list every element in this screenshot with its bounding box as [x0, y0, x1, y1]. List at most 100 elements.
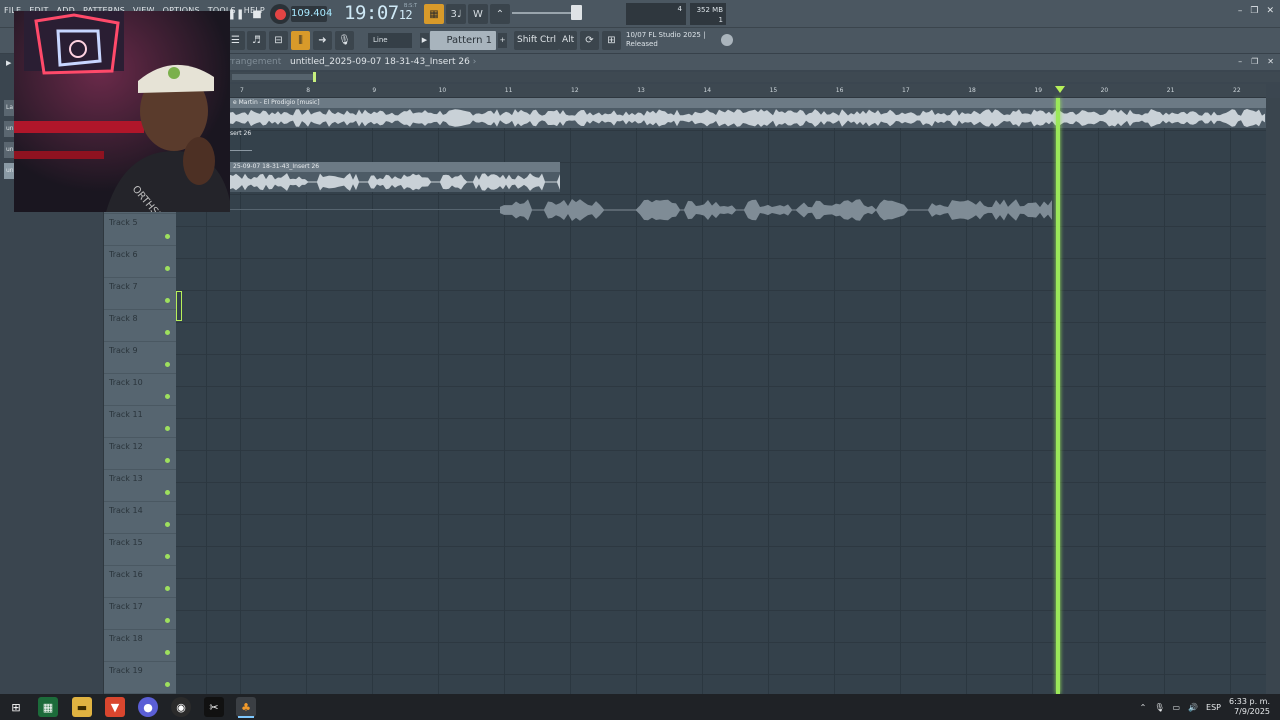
audio-clip-music-label[interactable]: e Martin - El Prodigio [music]	[230, 98, 1266, 108]
breadcrumb[interactable]: untitled_2025-09-07 18-31-43_Insert 26 ›	[290, 57, 476, 67]
microphone-icon[interactable]: 🎙	[1154, 703, 1164, 712]
track-mute-led[interactable]	[165, 650, 170, 655]
track-mute-led[interactable]	[165, 554, 170, 559]
windows-taskbar	[0, 694, 1280, 720]
track-header[interactable]: Track 16	[104, 566, 176, 598]
piano-roll-button[interactable]: ♬	[247, 31, 266, 50]
track-header[interactable]: Track 9	[104, 342, 176, 374]
plugin-picker-button[interactable]: ➜	[313, 31, 332, 50]
track-mute-led[interactable]	[165, 298, 170, 303]
horizontal-scrollbar[interactable]	[230, 72, 1280, 82]
recording-button[interactable]: 🎙	[335, 31, 354, 50]
ruler-bar-label: 10	[438, 87, 447, 94]
master-volume-handle[interactable]	[571, 5, 582, 20]
stop-button[interactable]: ■	[247, 4, 267, 24]
minimize-icon[interactable]: –	[1238, 6, 1243, 16]
track-mute-led[interactable]	[165, 426, 170, 431]
track-mute-led[interactable]	[165, 522, 170, 527]
metronome-button[interactable]: 3♩	[446, 4, 466, 24]
pattern-song-toggle[interactable]: ▦	[424, 4, 444, 24]
news-globe-icon[interactable]	[721, 34, 733, 46]
ctrl-key-button[interactable]: Ctrl	[537, 31, 560, 50]
master-volume-track[interactable]	[512, 12, 572, 14]
restore-icon[interactable]: ❐	[1250, 6, 1258, 16]
timeline-ruler[interactable]: 7 8 9 10 11 12 13 14 15 16 17 18 19 20 21 22	[176, 84, 1266, 98]
capcut-app-icon[interactable]: ✂	[204, 697, 224, 717]
hint-line-1: 10/07 FL Studio 2025 |	[626, 31, 706, 39]
brave-browser-icon[interactable]: ▼	[105, 697, 125, 717]
track-header[interactable]: Track 18	[104, 630, 176, 662]
pattern-prev-button[interactable]: ▶	[420, 33, 429, 48]
close-icon[interactable]: ✕	[1266, 6, 1274, 16]
restore-icon[interactable]: ❐	[1251, 57, 1258, 66]
clock-date: 7/9/2025	[1234, 707, 1270, 716]
track-mute-led[interactable]	[165, 618, 170, 623]
track-header[interactable]: Track 11	[104, 406, 176, 438]
record-button[interactable]	[270, 4, 290, 24]
file-explorer-icon[interactable]: ▬	[72, 697, 92, 717]
scrollbar-thumb[interactable]	[232, 74, 316, 80]
mixer-button[interactable]: ⫼	[291, 31, 310, 50]
track-name: Track 12	[109, 442, 143, 451]
scroll-position-marker	[313, 72, 316, 82]
hint-bar: 10/07 FL Studio 2025 | Released	[626, 31, 726, 49]
track-mute-led[interactable]	[165, 266, 170, 271]
audio-clip-insert-label[interactable]: sert 26	[230, 130, 251, 137]
time-format-label: B:S:T	[404, 3, 418, 9]
pattern-add-button[interactable]: +	[498, 33, 507, 48]
network-icon[interactable]: ▭	[1172, 703, 1180, 712]
ruler-bar-label: 21	[1166, 87, 1175, 94]
track-mute-led[interactable]	[165, 490, 170, 495]
discord-app-icon[interactable]: ●	[138, 697, 158, 717]
track-mute-led[interactable]	[165, 586, 170, 591]
playhead-marker[interactable]	[1055, 86, 1065, 93]
track-header[interactable]: Track 8	[104, 310, 176, 342]
audio-clip-music[interactable]	[230, 108, 1266, 128]
taskbar-clock[interactable]: 6:33 p. m. 7/9/2025	[1229, 697, 1270, 717]
close-icon[interactable]: ✕	[1267, 57, 1274, 66]
track-name: Track 10	[109, 378, 143, 387]
windows-start-icon[interactable]: ⊞	[6, 697, 26, 717]
pattern-selector[interactable]: Pattern 1	[430, 31, 496, 50]
track-header[interactable]: Track 19	[104, 662, 176, 694]
smart-button[interactable]: ⟳	[580, 31, 599, 50]
track-mute-led[interactable]	[165, 682, 170, 687]
track-header[interactable]: Track 7	[104, 278, 176, 310]
track-name: Track 7	[109, 282, 138, 291]
cpu-memory-panel: 352 MB 1	[690, 3, 726, 25]
ruler-bar-label: 15	[769, 87, 778, 94]
clock-time: 6:33 p. m.	[1228, 697, 1270, 706]
channel-rack-button[interactable]: ⊟	[269, 31, 288, 50]
track-header[interactable]: Track 10	[104, 374, 176, 406]
audio-clip-insert-full-label[interactable]: 25-09-07 18-31-43_Insert 26	[230, 162, 560, 172]
obs-app-icon[interactable]: ◉	[171, 697, 191, 717]
track-mute-led[interactable]	[165, 234, 170, 239]
vertical-scrollbar[interactable]	[1266, 98, 1280, 694]
volume-icon[interactable]: 🔊	[1188, 703, 1198, 712]
language-indicator[interactable]: ESP	[1206, 703, 1221, 712]
track-header[interactable]: Track 6	[104, 246, 176, 278]
track-header[interactable]: Track 17	[104, 598, 176, 630]
track-mute-led[interactable]	[165, 458, 170, 463]
track-header[interactable]: Track 13	[104, 470, 176, 502]
track-header[interactable]: Track 12	[104, 438, 176, 470]
alt-key-button[interactable]: Alt	[559, 31, 578, 50]
audio-clip-insert[interactable]	[230, 172, 560, 192]
shop-button[interactable]: ⊞	[602, 31, 621, 50]
track-header[interactable]: Track 14	[104, 502, 176, 534]
spreadsheet-app-icon[interactable]: ▦	[38, 697, 58, 717]
track-mute-led[interactable]	[165, 394, 170, 399]
track-mute-led[interactable]	[165, 362, 170, 367]
wait-input-button[interactable]: W	[468, 4, 488, 24]
snap-select[interactable]: Line	[368, 33, 412, 48]
track-header[interactable]: Track 5	[104, 214, 176, 246]
minimize-icon[interactable]: –	[1238, 57, 1242, 66]
countdown-button[interactable]: ⌃	[490, 4, 510, 24]
tempo-display[interactable]: 109.404	[291, 6, 332, 22]
track-name: Track 9	[109, 346, 138, 355]
track-header[interactable]: Track 15	[104, 534, 176, 566]
track-mute-led[interactable]	[165, 330, 170, 335]
fl-studio-app-icon[interactable]: ♣	[236, 697, 256, 717]
chevron-up-icon[interactable]: ⌃	[1140, 703, 1147, 712]
browser-arrow-icon[interactable]: ▶	[6, 59, 11, 67]
